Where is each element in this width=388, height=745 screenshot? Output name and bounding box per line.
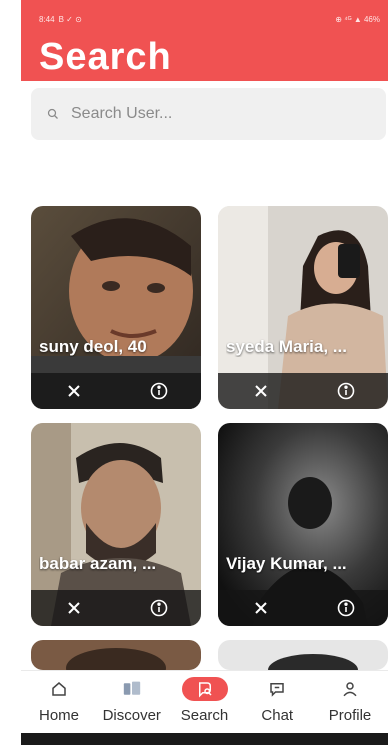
dismiss-button[interactable] bbox=[249, 379, 273, 403]
user-name-age: Vijay Kumar, ... bbox=[226, 554, 347, 573]
nav-discover[interactable]: Discover bbox=[96, 671, 168, 724]
card-actions bbox=[31, 373, 201, 409]
close-icon bbox=[67, 385, 80, 397]
info-button[interactable] bbox=[334, 379, 358, 403]
info-icon bbox=[337, 382, 354, 400]
user-photo bbox=[31, 640, 201, 670]
close-icon bbox=[254, 385, 267, 397]
page-title: Search bbox=[39, 36, 172, 78]
info-button[interactable] bbox=[334, 596, 358, 620]
user-card[interactable]: Vijay Kumar, ... bbox=[218, 423, 388, 626]
user-name-age: suny deol, 40 bbox=[39, 337, 147, 356]
user-card-partial[interactable] bbox=[218, 640, 388, 670]
info-icon bbox=[150, 382, 167, 400]
user-card[interactable]: suny deol, 40 bbox=[31, 206, 201, 409]
dismiss-button[interactable] bbox=[62, 596, 86, 620]
info-button[interactable] bbox=[147, 596, 171, 620]
user-card[interactable]: syeda Maria, ... bbox=[218, 206, 388, 409]
card-actions bbox=[218, 373, 388, 409]
status-system-icons: ⊕ ⁴ᴳ ▲ 46% bbox=[335, 14, 380, 24]
discover-icon bbox=[109, 677, 155, 701]
nav-home[interactable]: Home bbox=[23, 671, 95, 724]
close-icon bbox=[67, 602, 80, 614]
search-icon bbox=[47, 108, 58, 119]
chat-icon bbox=[254, 677, 300, 701]
user-name-age: babar azam, ... bbox=[39, 554, 157, 573]
card-actions bbox=[31, 590, 201, 626]
phone-screen: 8:44 B ✓ ⊙ ⊕ ⁴ᴳ ▲ 46% Search Search User… bbox=[21, 0, 388, 745]
status-bar: 8:44 B ✓ ⊙ ⊕ ⁴ᴳ ▲ 46% bbox=[39, 13, 380, 25]
nav-label: Profile bbox=[328, 707, 372, 724]
dismiss-button[interactable] bbox=[62, 379, 86, 403]
profile-icon bbox=[327, 677, 373, 701]
nav-label: Chat bbox=[261, 707, 294, 724]
user-card-partial[interactable] bbox=[31, 640, 201, 670]
system-navigation-bar bbox=[21, 733, 388, 745]
nav-search[interactable]: Search bbox=[169, 671, 241, 724]
close-icon bbox=[254, 602, 267, 614]
info-button[interactable] bbox=[147, 379, 171, 403]
info-icon bbox=[150, 599, 167, 617]
nav-chat[interactable]: Chat bbox=[241, 671, 313, 724]
app-header: 8:44 B ✓ ⊙ ⊕ ⁴ᴳ ▲ 46% Search bbox=[21, 0, 388, 81]
info-icon bbox=[337, 599, 354, 617]
search-input[interactable] bbox=[69, 104, 353, 124]
nav-label: Search bbox=[180, 707, 229, 724]
nav-label: Discover bbox=[102, 707, 161, 724]
nav-profile[interactable]: Profile bbox=[314, 671, 386, 724]
user-name-age: syeda Maria, ... bbox=[226, 337, 347, 356]
search-bar[interactable] bbox=[31, 88, 386, 140]
user-card[interactable]: babar azam, ... bbox=[31, 423, 201, 626]
card-actions bbox=[218, 590, 388, 626]
status-time: 8:44 bbox=[39, 14, 55, 24]
home-icon bbox=[36, 677, 82, 701]
bottom-navigation: Home Discover Search Chat Profile bbox=[21, 670, 388, 732]
nav-label: Home bbox=[38, 707, 79, 724]
dismiss-button[interactable] bbox=[249, 596, 273, 620]
status-notification-icons: B ✓ ⊙ bbox=[58, 14, 82, 24]
search-icon bbox=[181, 677, 228, 701]
user-photo bbox=[218, 640, 388, 670]
